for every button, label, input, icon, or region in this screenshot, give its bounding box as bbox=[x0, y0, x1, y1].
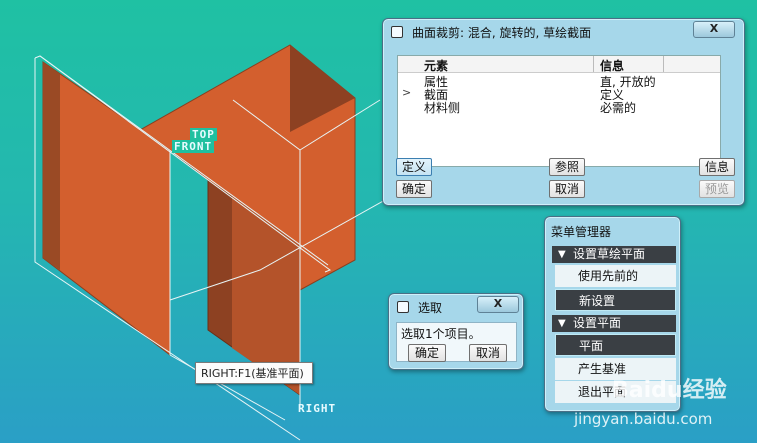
column-divider bbox=[663, 56, 664, 72]
current-row-marker: > bbox=[402, 86, 412, 99]
row-element: 材料侧 bbox=[424, 101, 461, 115]
menu-item-plane[interactable]: 平面 bbox=[555, 334, 676, 356]
baidu-watermark: Baidu经验 bbox=[612, 378, 727, 403]
select-ok-button[interactable]: 确定 bbox=[408, 344, 446, 362]
window-icon bbox=[397, 301, 409, 313]
preselection-tooltip: RIGHT:F1(基准平面) bbox=[195, 362, 313, 384]
surface-left-wall-shade bbox=[43, 62, 60, 270]
menu-item-use-previous[interactable]: 使用先前的 bbox=[555, 265, 676, 287]
triangle-down-icon: ▼ bbox=[558, 318, 566, 329]
menu-section-label: 设置草绘平面 bbox=[573, 247, 646, 261]
define-button[interactable]: 定义 bbox=[396, 158, 432, 176]
surface-left-wall bbox=[42, 61, 171, 357]
close-button[interactable]: X bbox=[693, 21, 735, 38]
select-message: 选取1个项目。 bbox=[401, 327, 481, 341]
dialog-titlebar[interactable]: 曲面裁剪: 混合, 旋转的, 草绘截面 X bbox=[383, 19, 744, 45]
menu-section-label: 设置平面 bbox=[573, 316, 622, 330]
table-row[interactable]: 属性 直, 开放的 bbox=[398, 73, 720, 89]
watermark-url: jingyan.baidu.com bbox=[574, 410, 713, 428]
ok-button[interactable]: 确定 bbox=[396, 180, 432, 198]
info-button[interactable]: 信息 bbox=[699, 158, 735, 176]
column-divider bbox=[593, 56, 594, 72]
reference-button[interactable]: 参照 bbox=[549, 158, 585, 176]
table-row[interactable]: 材料侧 必需的 bbox=[398, 99, 720, 115]
menu-section-set-plane[interactable]: ▼ 设置平面 bbox=[552, 315, 676, 332]
dialog-title: 曲面裁剪: 混合, 旋转的, 草绘截面 bbox=[412, 26, 592, 40]
menu-manager-title: 菜单管理器 bbox=[551, 225, 612, 239]
element-table: 元素 信息 属性 直, 开放的 > 截面 定义 材料侧 必需的 bbox=[397, 55, 721, 167]
select-dialog: 选取 X 选取1个项目。 确定 取消 bbox=[388, 293, 524, 370]
select-cancel-button[interactable]: 取消 bbox=[469, 344, 507, 362]
row-info: 必需的 bbox=[600, 101, 637, 115]
menu-section-sketch-plane[interactable]: ▼ 设置草绘平面 bbox=[552, 246, 676, 263]
close-button[interactable]: X bbox=[477, 296, 519, 313]
window-icon bbox=[391, 26, 403, 38]
table-row[interactable]: > 截面 定义 bbox=[398, 86, 720, 102]
preview-button: 预览 bbox=[699, 180, 735, 198]
column-header-info: 信息 bbox=[600, 59, 625, 73]
datum-label-right: RIGHT bbox=[298, 402, 337, 415]
column-header-element: 元素 bbox=[424, 59, 449, 73]
datum-label-front: FRONT bbox=[172, 140, 215, 153]
table-header: 元素 信息 bbox=[398, 56, 720, 73]
triangle-down-icon: ▼ bbox=[558, 249, 566, 260]
cancel-button[interactable]: 取消 bbox=[549, 180, 585, 198]
dialog-title: 选取 bbox=[418, 301, 443, 315]
surface-trim-dialog: 曲面裁剪: 混合, 旋转的, 草绘截面 X 元素 信息 属性 直, 开放的 > … bbox=[382, 18, 745, 206]
menu-item-new-setup[interactable]: 新设置 bbox=[555, 289, 676, 311]
dialog-titlebar[interactable]: 选取 X bbox=[389, 294, 523, 320]
